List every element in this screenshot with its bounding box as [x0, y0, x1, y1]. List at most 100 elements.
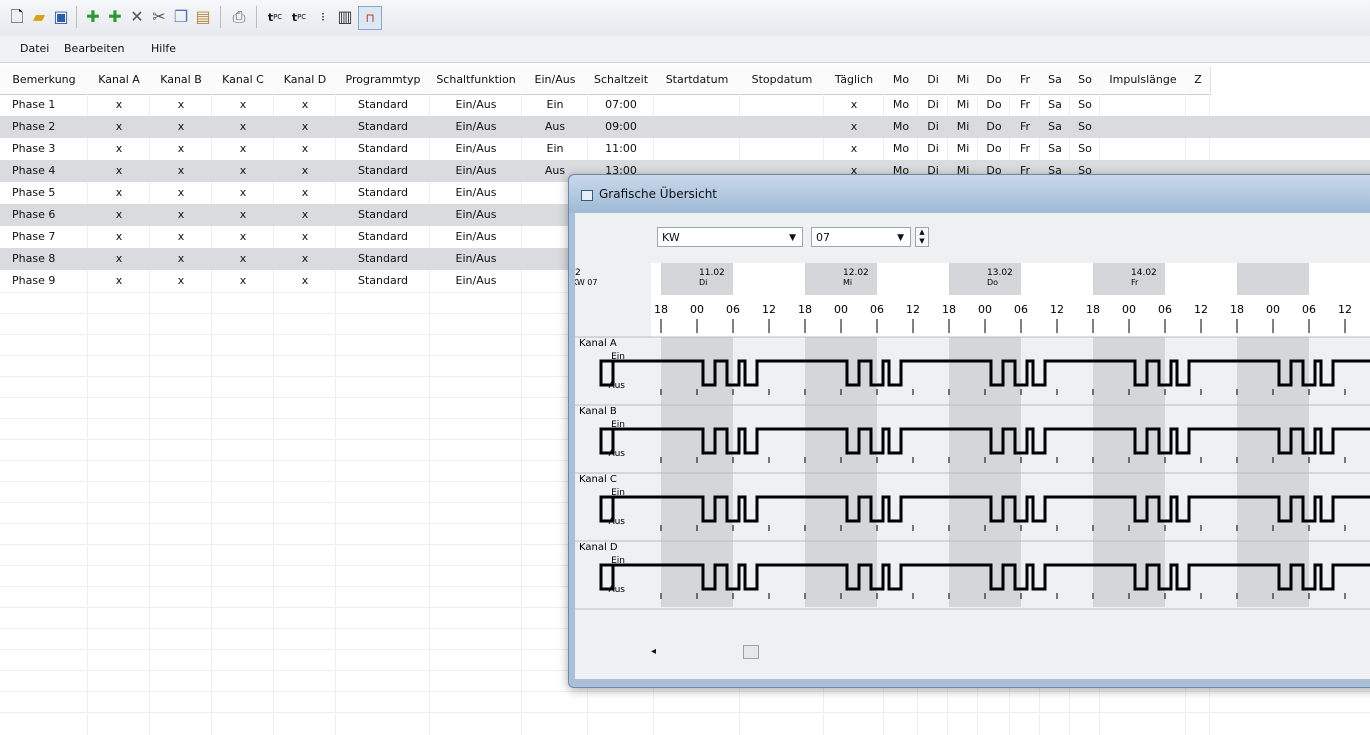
- table-cell[interactable]: x: [274, 94, 336, 116]
- table-cell[interactable]: Di: [918, 138, 948, 160]
- add-row-icon[interactable]: ✚: [82, 6, 104, 28]
- table-cell[interactable]: x: [150, 270, 212, 292]
- table-cell[interactable]: Standard: [336, 138, 430, 160]
- table-cell[interactable]: Standard: [336, 248, 430, 270]
- table-cell[interactable]: x: [150, 226, 212, 248]
- table-cell[interactable]: Mo: [884, 138, 918, 160]
- table-cell[interactable]: [654, 94, 740, 116]
- column-header[interactable]: Mi: [948, 66, 979, 95]
- menu-datei[interactable]: Datei: [20, 42, 49, 55]
- table-cell[interactable]: x: [88, 138, 150, 160]
- table-cell[interactable]: x: [212, 116, 274, 138]
- table-cell[interactable]: Phase 4: [0, 160, 88, 182]
- table-cell[interactable]: x: [274, 226, 336, 248]
- table-cell[interactable]: So: [1070, 116, 1100, 138]
- column-header[interactable]: Programmtyp: [336, 66, 431, 95]
- table-cell[interactable]: Standard: [336, 160, 430, 182]
- table-cell[interactable]: 11:00: [588, 138, 654, 160]
- table-cell[interactable]: x: [274, 248, 336, 270]
- column-header[interactable]: Bemerkung: [0, 66, 89, 95]
- table-cell[interactable]: Ein/Aus: [430, 226, 522, 248]
- column-header[interactable]: Fr: [1010, 66, 1041, 95]
- table-cell[interactable]: Ein/Aus: [430, 94, 522, 116]
- table-cell[interactable]: x: [274, 270, 336, 292]
- table-cell[interactable]: Phase 5: [0, 182, 88, 204]
- sort-icon[interactable]: ⁝: [312, 6, 334, 28]
- table-cell[interactable]: Phase 2: [0, 116, 88, 138]
- table-cell[interactable]: x: [212, 182, 274, 204]
- table-cell[interactable]: Standard: [336, 204, 430, 226]
- table-cell[interactable]: Standard: [336, 270, 430, 292]
- table-cell[interactable]: x: [88, 204, 150, 226]
- table-cell[interactable]: x: [150, 160, 212, 182]
- table-cell[interactable]: x: [88, 94, 150, 116]
- table-cell[interactable]: Phase 1: [0, 94, 88, 116]
- table-cell[interactable]: So: [1070, 94, 1100, 116]
- table-cell[interactable]: x: [88, 160, 150, 182]
- scroll-left-icon[interactable]: ◂: [651, 643, 665, 661]
- table-cell[interactable]: Ein/Aus: [430, 160, 522, 182]
- table-cell[interactable]: [740, 138, 824, 160]
- column-header[interactable]: So: [1070, 66, 1101, 95]
- table-cell[interactable]: x: [150, 204, 212, 226]
- table-cell[interactable]: Standard: [336, 94, 430, 116]
- table-row[interactable]: Phase 2 x x x x Standard Ein/Aus Aus 09:00 x Mo Di M…: [0, 116, 1370, 138]
- table-cell[interactable]: Mo: [884, 116, 918, 138]
- column-header[interactable]: Kanal A: [88, 66, 151, 95]
- table-cell[interactable]: Fr: [1010, 138, 1040, 160]
- table-cell[interactable]: 09:00: [588, 116, 654, 138]
- table-cell[interactable]: Ein: [522, 138, 588, 160]
- table-cell[interactable]: x: [824, 94, 884, 116]
- table-cell[interactable]: Ein/Aus: [430, 204, 522, 226]
- new-file-icon[interactable]: 🗋: [6, 6, 28, 28]
- table-cell[interactable]: Sa: [1040, 116, 1070, 138]
- table-cell[interactable]: x: [824, 116, 884, 138]
- open-folder-icon[interactable]: ▰: [28, 6, 50, 28]
- table-cell[interactable]: x: [88, 182, 150, 204]
- delete-icon[interactable]: ✕: [126, 6, 148, 28]
- column-header[interactable]: Schaltfunktion: [430, 66, 523, 95]
- table-cell[interactable]: Ein/Aus: [430, 138, 522, 160]
- table-cell[interactable]: [740, 116, 824, 138]
- window-title-bar[interactable]: Grafische Übersicht: [569, 175, 1370, 213]
- table-cell[interactable]: Do: [978, 94, 1010, 116]
- table-cell[interactable]: Standard: [336, 182, 430, 204]
- table-cell[interactable]: x: [212, 94, 274, 116]
- table-cell[interactable]: x: [150, 248, 212, 270]
- copy-icon[interactable]: ❐: [170, 6, 192, 28]
- table-cell[interactable]: Ein/Aus: [430, 182, 522, 204]
- table-cell[interactable]: x: [212, 248, 274, 270]
- table-cell[interactable]: [1186, 116, 1210, 138]
- column-header[interactable]: Täglich: [824, 66, 885, 95]
- period-select[interactable]: KW ▼: [657, 227, 803, 247]
- table-cell[interactable]: Ein: [522, 94, 588, 116]
- table-cell[interactable]: [654, 138, 740, 160]
- paste-icon[interactable]: ▤: [192, 6, 214, 28]
- table-cell[interactable]: x: [212, 138, 274, 160]
- column-header[interactable]: Mo: [884, 66, 919, 95]
- table-cell[interactable]: x: [212, 226, 274, 248]
- set-time-icon[interactable]: t PC: [264, 6, 286, 28]
- column-header[interactable]: Do: [978, 66, 1011, 95]
- column-header[interactable]: Sa: [1040, 66, 1071, 95]
- week-spinner[interactable]: ▲ ▼: [915, 227, 929, 247]
- table-cell[interactable]: Fr: [1010, 116, 1040, 138]
- table-cell[interactable]: x: [88, 248, 150, 270]
- table-row[interactable]: Phase 3 x x x x Standard Ein/Aus Ein 11:00 x Mo Di M…: [0, 138, 1370, 160]
- table-cell[interactable]: Do: [978, 116, 1010, 138]
- menu-hilfe[interactable]: Hilfe: [151, 42, 176, 55]
- table-cell[interactable]: Di: [918, 94, 948, 116]
- table-cell[interactable]: x: [274, 138, 336, 160]
- table-cell[interactable]: x: [824, 138, 884, 160]
- table-cell[interactable]: Di: [918, 116, 948, 138]
- horizontal-scrollbar[interactable]: ◂: [651, 643, 1370, 661]
- table-cell[interactable]: x: [274, 204, 336, 226]
- table-cell[interactable]: Do: [978, 138, 1010, 160]
- set-time-2-icon[interactable]: t PC: [288, 6, 310, 28]
- table-cell[interactable]: Fr: [1010, 94, 1040, 116]
- table-cell[interactable]: x: [150, 138, 212, 160]
- table-cell[interactable]: [1100, 94, 1186, 116]
- column-header[interactable]: Z: [1186, 66, 1211, 95]
- table-cell[interactable]: x: [150, 116, 212, 138]
- column-header[interactable]: Ein/Aus: [522, 66, 589, 95]
